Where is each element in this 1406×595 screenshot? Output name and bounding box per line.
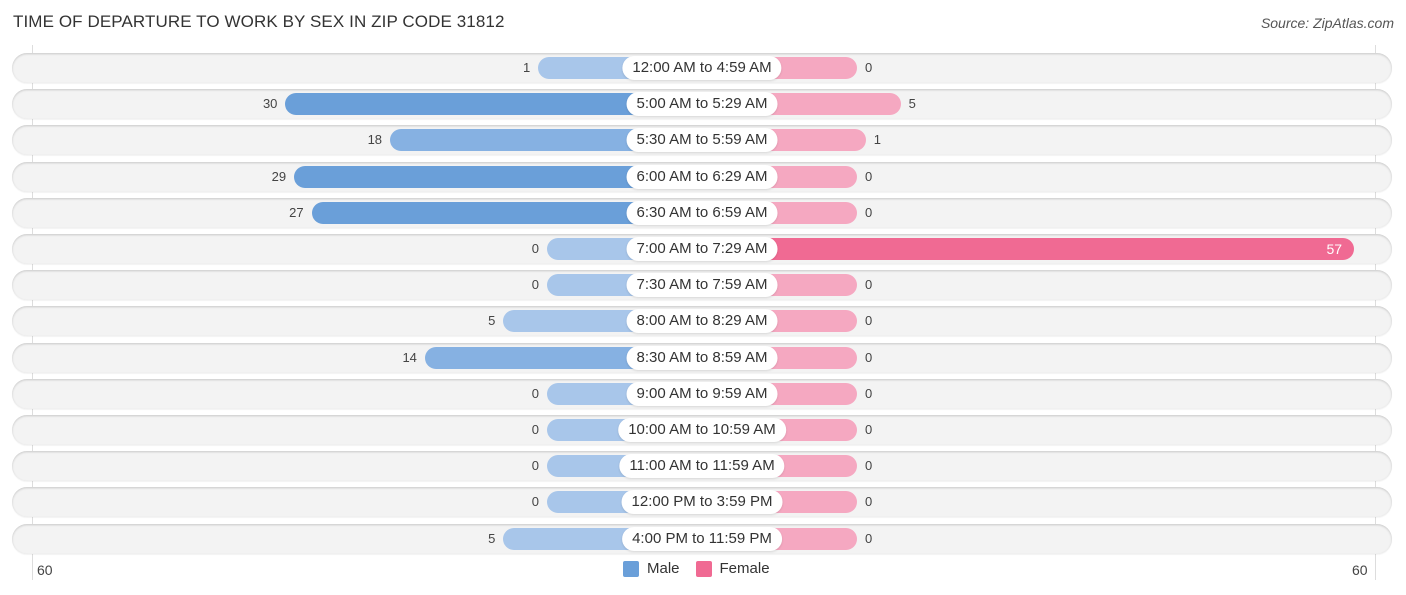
category-label: 7:00 AM to 7:29 AM xyxy=(626,237,778,261)
value-label-female: 0 xyxy=(865,349,873,365)
value-label-male: 5 xyxy=(488,530,496,546)
value-label-female: 0 xyxy=(865,277,873,293)
value-label-male: 0 xyxy=(531,241,539,256)
axis-tick-right: 60 xyxy=(1352,562,1368,578)
source-label: Source: ZipAtlas.com xyxy=(1260,15,1394,31)
category-label: 11:00 AM to 11:59 AM xyxy=(619,454,785,479)
legend-label-male: Male xyxy=(647,560,680,577)
value-label-male: 0 xyxy=(531,385,539,401)
category-label: 4:00 PM to 11:59 PM xyxy=(622,526,782,551)
legend-swatch-male xyxy=(623,560,639,577)
value-label-male: 30 xyxy=(262,96,278,112)
category-label: 9:00 AM to 9:59 AM xyxy=(626,381,778,406)
value-label-male: 0 xyxy=(531,458,539,474)
category-label: 10:00 AM to 10:59 AM xyxy=(618,418,786,442)
value-label-female: 0 xyxy=(865,60,873,75)
value-label-male: 18 xyxy=(367,132,383,148)
value-label-female: 0 xyxy=(865,458,873,474)
value-label-female: 1 xyxy=(873,132,881,148)
value-label-male: 0 xyxy=(531,422,539,437)
value-label-female: 0 xyxy=(865,204,873,220)
legend: Male Female xyxy=(623,560,786,577)
category-label: 7:30 AM to 7:59 AM xyxy=(626,273,778,298)
value-label-male: 0 xyxy=(531,277,539,293)
category-label: 6:00 AM to 6:29 AM xyxy=(626,164,778,189)
value-label-male: 14 xyxy=(402,349,417,365)
category-label: 6:30 AM to 6:59 AM xyxy=(626,200,778,225)
bar-female xyxy=(702,238,1355,260)
value-label-female: 0 xyxy=(865,385,873,401)
value-label-male: 27 xyxy=(289,204,304,220)
value-label-male: 29 xyxy=(271,168,287,184)
category-label: 5:30 AM to 5:59 AM xyxy=(626,128,778,153)
chart-title: TIME OF DEPARTURE TO WORK BY SEX IN ZIP … xyxy=(13,12,505,31)
category-label: 8:00 AM to 8:29 AM xyxy=(626,309,778,334)
value-label-male: 0 xyxy=(531,494,539,510)
legend-item-female: Female xyxy=(695,560,770,577)
category-label: 5:00 AM to 5:29 AM xyxy=(626,92,778,117)
category-label: 12:00 AM to 4:59 AM xyxy=(622,56,782,80)
category-label: 8:30 AM to 8:59 AM xyxy=(626,345,778,370)
value-label-female: 5 xyxy=(908,96,916,112)
category-label: 12:00 PM to 3:59 PM xyxy=(621,490,783,515)
legend-label-female: Female xyxy=(719,560,770,577)
value-label-male: 5 xyxy=(488,313,496,329)
value-label-female: 0 xyxy=(865,313,873,329)
value-label-male: 1 xyxy=(523,60,531,75)
value-label-female: 57 xyxy=(1326,241,1343,257)
value-label-female: 0 xyxy=(865,422,873,437)
value-label-female: 0 xyxy=(865,494,873,510)
axis-tick-left: 60 xyxy=(37,562,53,578)
legend-item-male: Male xyxy=(623,560,680,577)
value-label-female: 0 xyxy=(865,168,873,184)
value-label-female: 0 xyxy=(865,530,873,546)
legend-swatch-female xyxy=(695,560,712,577)
